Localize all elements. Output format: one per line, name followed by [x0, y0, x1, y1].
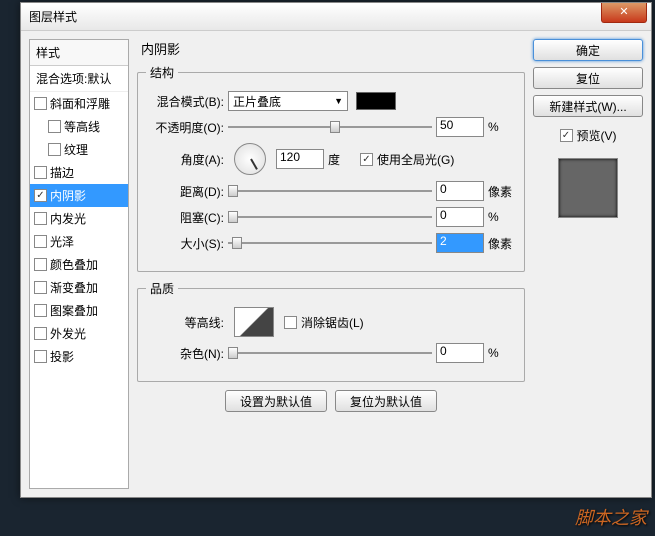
noise-slider[interactable] [228, 344, 432, 362]
noise-input[interactable]: 0 [436, 343, 484, 363]
global-light-checkbox[interactable] [360, 153, 373, 166]
style-item[interactable]: 斜面和浮雕 [30, 92, 128, 115]
style-checkbox[interactable] [34, 189, 47, 202]
blend-mode-combo[interactable]: 正片叠底 ▼ [228, 91, 348, 111]
angle-input[interactable]: 120 [276, 149, 324, 169]
size-input[interactable]: 2 [436, 233, 484, 253]
styles-list: 样式 混合选项:默认 斜面和浮雕等高线纹理描边内阴影内发光光泽颜色叠加渐变叠加图… [29, 39, 129, 489]
style-item[interactable]: 内发光 [30, 207, 128, 230]
style-checkbox[interactable] [34, 97, 47, 110]
global-light-label: 使用全局光(G) [377, 151, 454, 168]
watermark: 脚本之家 [575, 504, 647, 530]
style-item[interactable]: 纹理 [30, 138, 128, 161]
angle-dial[interactable] [234, 143, 266, 175]
styles-header[interactable]: 样式 [30, 40, 128, 66]
size-slider[interactable] [228, 234, 432, 252]
style-checkbox[interactable] [34, 327, 47, 340]
style-item[interactable]: 等高线 [30, 115, 128, 138]
style-checkbox[interactable] [34, 304, 47, 317]
titlebar[interactable]: 图层样式 ✕ [21, 3, 651, 31]
close-button[interactable]: ✕ [601, 3, 647, 23]
opacity-input[interactable]: 50 [436, 117, 484, 137]
window-title: 图层样式 [29, 8, 77, 25]
layer-style-dialog: 图层样式 ✕ 样式 混合选项:默认 斜面和浮雕等高线纹理描边内阴影内发光光泽颜色… [20, 2, 652, 498]
style-item[interactable]: 光泽 [30, 230, 128, 253]
distance-slider[interactable] [228, 182, 432, 200]
style-checkbox[interactable] [34, 350, 47, 363]
panel-title: 内阴影 [141, 39, 525, 58]
chevron-down-icon: ▼ [334, 96, 343, 106]
contour-picker[interactable] [234, 307, 274, 337]
style-checkbox[interactable] [34, 212, 47, 225]
style-label: 图案叠加 [50, 302, 98, 319]
quality-group: 品质 等高线: 消除锯齿(L) 杂色(N): 0 % [137, 280, 525, 382]
contour-label: 等高线: [146, 314, 224, 331]
structure-group: 结构 混合模式(B): 正片叠底 ▼ 不透明度(O): 50 % 角度(A [137, 64, 525, 272]
style-label: 外发光 [50, 325, 86, 342]
style-label: 描边 [50, 164, 74, 181]
style-label: 纹理 [64, 141, 88, 158]
style-label: 渐变叠加 [50, 279, 98, 296]
style-label: 斜面和浮雕 [50, 95, 110, 112]
style-checkbox[interactable] [34, 166, 47, 179]
style-item[interactable]: 内阴影 [30, 184, 128, 207]
style-item[interactable]: 外发光 [30, 322, 128, 345]
set-default-button[interactable]: 设置为默认值 [225, 390, 327, 412]
style-item[interactable]: 颜色叠加 [30, 253, 128, 276]
shadow-color-swatch[interactable] [356, 92, 396, 110]
preview-label: 预览(V) [577, 127, 617, 144]
style-item[interactable]: 渐变叠加 [30, 276, 128, 299]
distance-label: 距离(D): [146, 183, 224, 200]
blend-options-default[interactable]: 混合选项:默认 [30, 66, 128, 92]
distance-input[interactable]: 0 [436, 181, 484, 201]
style-item[interactable]: 投影 [30, 345, 128, 368]
opacity-label: 不透明度(O): [146, 119, 224, 136]
size-label: 大小(S): [146, 235, 224, 252]
style-checkbox[interactable] [34, 281, 47, 294]
choke-slider[interactable] [228, 208, 432, 226]
structure-legend: 结构 [146, 64, 178, 81]
quality-legend: 品质 [146, 280, 178, 297]
opacity-slider[interactable] [228, 118, 432, 136]
choke-label: 阻塞(C): [146, 209, 224, 226]
cancel-button[interactable]: 复位 [533, 67, 643, 89]
style-label: 颜色叠加 [50, 256, 98, 273]
style-item[interactable]: 图案叠加 [30, 299, 128, 322]
angle-label: 角度(A): [146, 151, 224, 168]
preview-swatch [558, 158, 618, 218]
style-checkbox[interactable] [48, 143, 61, 156]
style-label: 光泽 [50, 233, 74, 250]
style-checkbox[interactable] [34, 258, 47, 271]
style-label: 等高线 [64, 118, 100, 135]
preview-checkbox[interactable] [560, 129, 573, 142]
choke-input[interactable]: 0 [436, 207, 484, 227]
reset-default-button[interactable]: 复位为默认值 [335, 390, 437, 412]
style-label: 内阴影 [50, 187, 86, 204]
antialias-checkbox[interactable] [284, 316, 297, 329]
style-label: 投影 [50, 348, 74, 365]
antialias-label: 消除锯齿(L) [301, 314, 364, 331]
style-label: 内发光 [50, 210, 86, 227]
blend-mode-label: 混合模式(B): [146, 93, 224, 110]
settings-panel: 内阴影 结构 混合模式(B): 正片叠底 ▼ 不透明度(O): 50 % [137, 39, 525, 489]
style-item[interactable]: 描边 [30, 161, 128, 184]
style-checkbox[interactable] [34, 235, 47, 248]
ok-button[interactable]: 确定 [533, 39, 643, 61]
noise-label: 杂色(N): [146, 345, 224, 362]
style-checkbox[interactable] [48, 120, 61, 133]
new-style-button[interactable]: 新建样式(W)... [533, 95, 643, 117]
right-panel: 确定 复位 新建样式(W)... 预览(V) [533, 39, 643, 489]
